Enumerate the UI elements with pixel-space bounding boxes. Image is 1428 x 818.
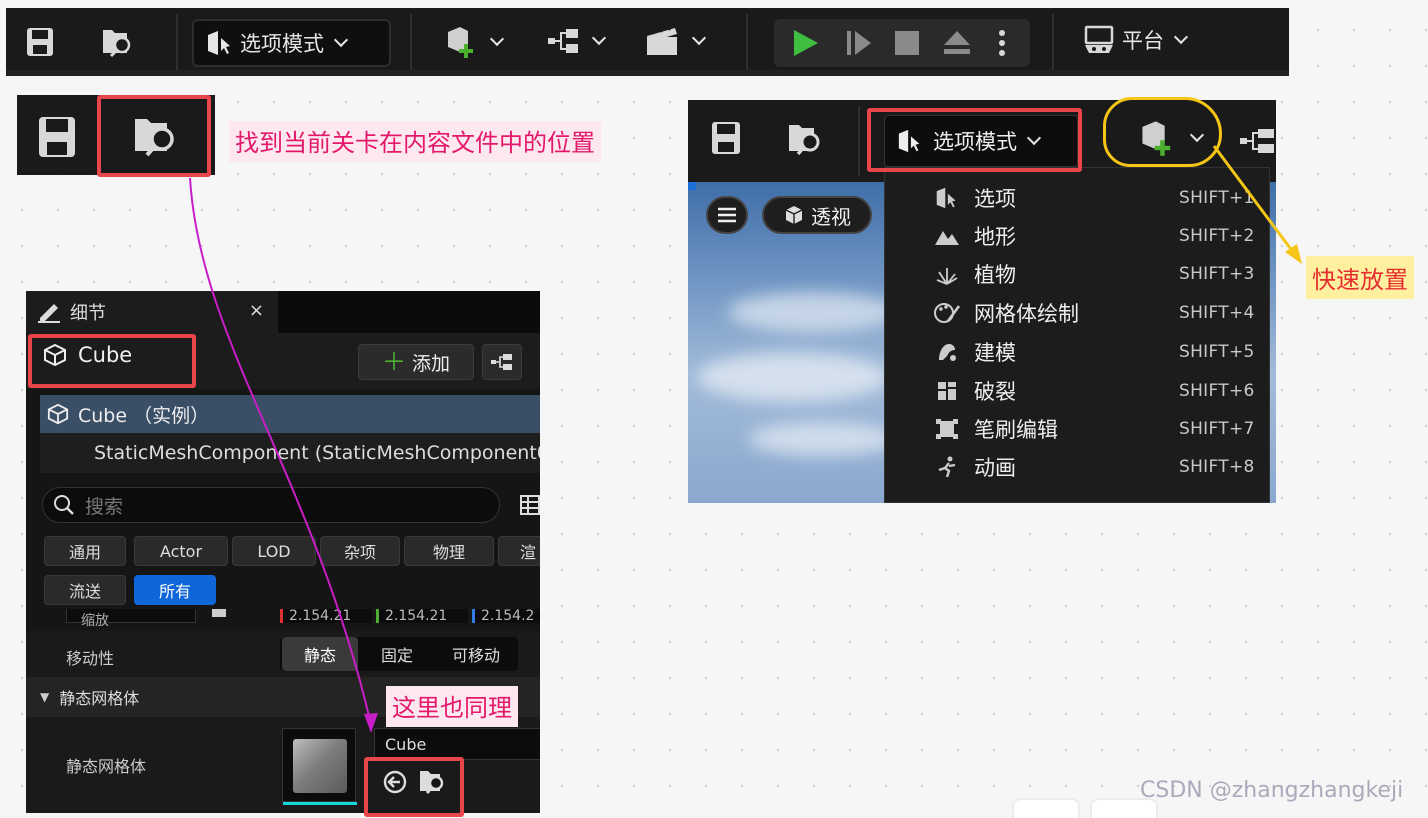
watermark: CSDN @zhangzhangkeji bbox=[1140, 778, 1404, 803]
bottom-chip bbox=[1014, 800, 1078, 818]
bottom-chip bbox=[1092, 800, 1156, 818]
annotation-arrows bbox=[189, 145, 1302, 733]
